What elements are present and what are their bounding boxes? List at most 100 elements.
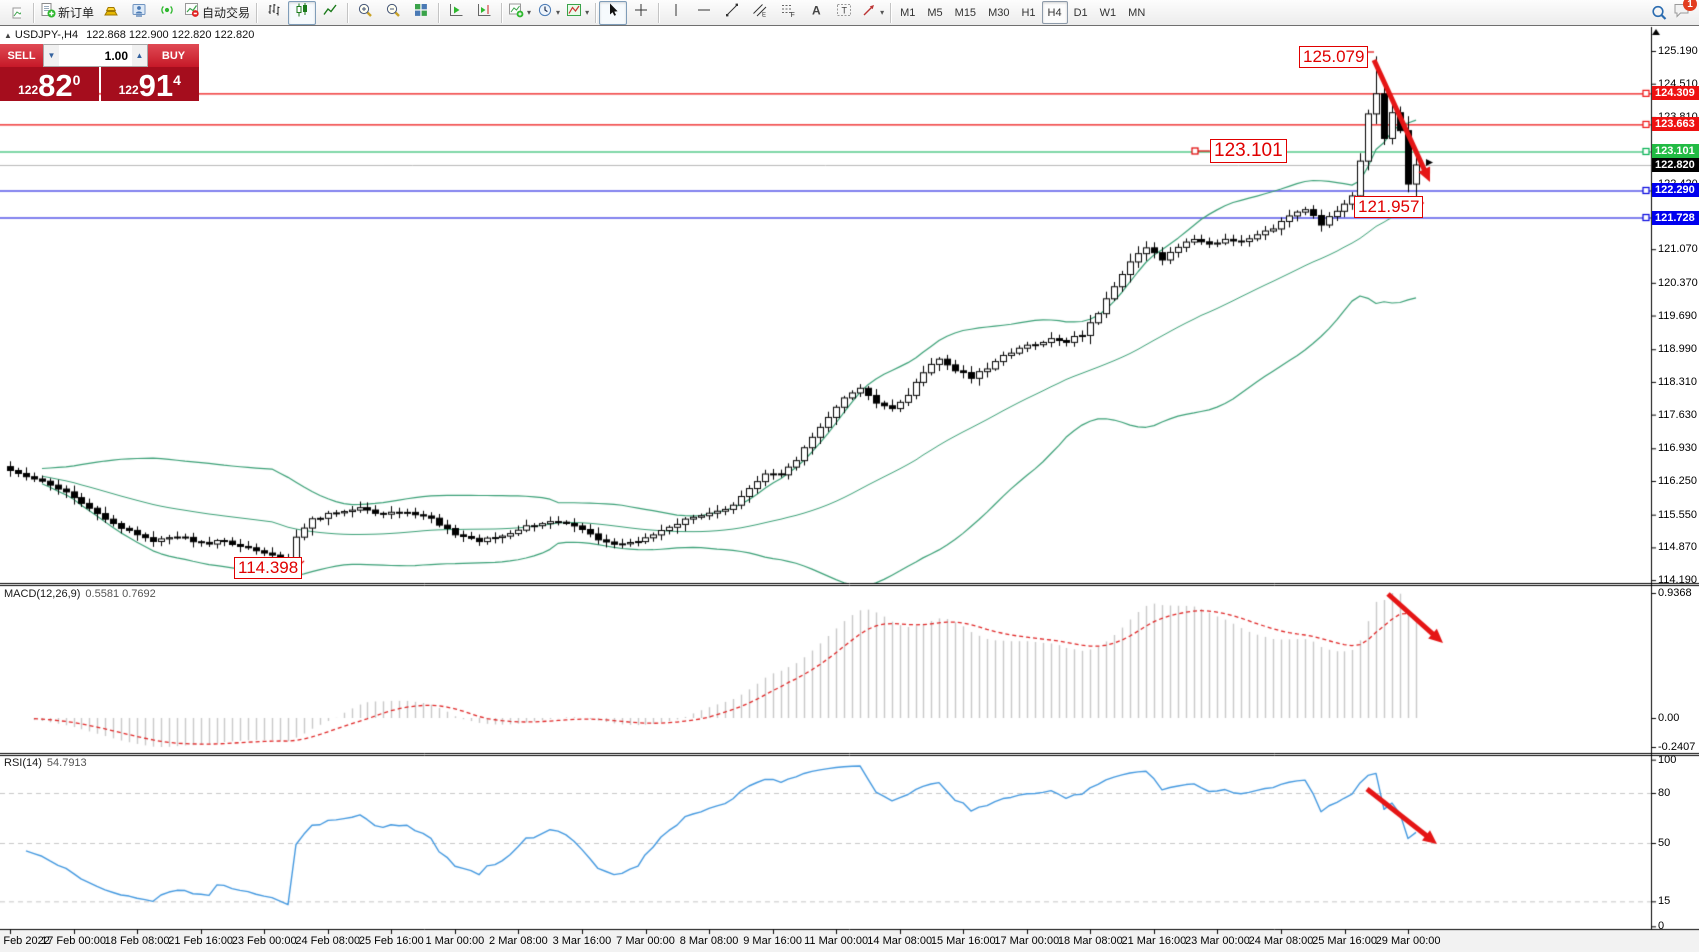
- zoom-in-button[interactable]: [351, 1, 379, 25]
- tile-windows-icon: [413, 2, 429, 23]
- fibonacci-button[interactable]: F: [774, 1, 802, 25]
- time-axis-label: 21 Mar 16:00: [1121, 935, 1186, 947]
- line-chart-button[interactable]: [316, 1, 344, 25]
- price-tick-label: 117.630: [1658, 409, 1697, 421]
- hline-button[interactable]: [690, 1, 718, 25]
- clock-button[interactable]: ▾: [534, 1, 563, 25]
- auto-scroll-button[interactable]: [442, 1, 470, 25]
- cursor-button[interactable]: [599, 1, 627, 25]
- rsi-axis-label: 80: [1658, 787, 1670, 799]
- new-chart-icon: [508, 2, 524, 23]
- time-axis-label: 18 Mar 08:00: [1058, 935, 1123, 947]
- signal-button[interactable]: [153, 1, 181, 25]
- chart-canvas[interactable]: [0, 0, 1699, 952]
- toolbar-separator: [347, 3, 348, 23]
- time-axis-label: 25 Mar 16:00: [1312, 935, 1377, 947]
- price-line-label: 121.728: [1652, 211, 1699, 225]
- bars-chart-button[interactable]: [260, 1, 288, 25]
- time-axis-label: 2 Mar 08:00: [489, 935, 548, 947]
- time-axis-label: 17 Feb 00:00: [41, 935, 106, 947]
- annotation-price-box[interactable]: 125.079: [1299, 46, 1368, 68]
- svg-text:F: F: [791, 12, 795, 18]
- time-axis-label: 11 Mar 00:00: [804, 935, 868, 947]
- timeframe-button-mn[interactable]: MN: [1122, 1, 1151, 24]
- chart-shift-icon: [476, 2, 492, 23]
- search-button[interactable]: [1645, 1, 1673, 25]
- timeframe-button-m1[interactable]: M1: [894, 1, 921, 24]
- chart-fragment-button[interactable]: [2, 1, 30, 25]
- new-order-button[interactable]: 新订单: [37, 1, 97, 25]
- price-line-label: 123.101: [1652, 144, 1699, 158]
- rsi-axis-label: 50: [1658, 837, 1670, 849]
- autotrade-label: 自动交易: [202, 4, 250, 21]
- auto-scroll-icon: [448, 2, 464, 23]
- candles-chart-button[interactable]: [288, 1, 316, 25]
- price-tick-label: 118.990: [1658, 343, 1697, 355]
- chart-shift-button[interactable]: [470, 1, 498, 25]
- crosshair-button[interactable]: [627, 1, 655, 25]
- volume-input[interactable]: [59, 48, 132, 64]
- sell-price-display[interactable]: 122 82 0: [0, 67, 99, 101]
- arrows-button[interactable]: ▾: [858, 1, 887, 25]
- price-tick-label: 119.690: [1658, 310, 1697, 322]
- timeframe-button-m15[interactable]: M15: [949, 1, 982, 24]
- buy-price-display[interactable]: 122 91 4: [101, 67, 200, 101]
- time-axis-label: 25 Feb 16:00: [359, 935, 424, 947]
- timeframe-button-h1[interactable]: H1: [1015, 1, 1041, 24]
- candles-chart-icon: [294, 2, 310, 23]
- channel-button[interactable]: E: [746, 1, 774, 25]
- terminal-window: 新订单自动交易▾▾▾EFAT▾M1M5M15M30H1H4D1W1MN1 ▲US…: [0, 0, 1699, 952]
- timeframe-button-d1[interactable]: D1: [1068, 1, 1094, 24]
- time-axis-label: 1 Mar 00:00: [425, 935, 484, 947]
- zoom-out-button[interactable]: [379, 1, 407, 25]
- notifications-button[interactable]: 1: [1673, 1, 1691, 24]
- macd-axis-label: 0.9368: [1658, 587, 1692, 599]
- volume-increase-button[interactable]: ▲: [132, 45, 147, 66]
- fibonacci-icon: F: [780, 2, 796, 23]
- autotrade-button[interactable]: 自动交易: [181, 1, 253, 25]
- label-icon: T: [836, 2, 852, 23]
- bars-chart-icon: [266, 2, 282, 23]
- gold-button[interactable]: [97, 1, 125, 25]
- price-tick-label: 114.190: [1658, 574, 1697, 586]
- indicators-button[interactable]: ▾: [563, 1, 592, 25]
- rsi-pane-title: RSI(14)54.7913: [4, 757, 87, 769]
- trendline-button[interactable]: [718, 1, 746, 25]
- toolbar-separator: [33, 3, 34, 23]
- timeframe-button-h4[interactable]: H4: [1042, 1, 1068, 24]
- timeframe-button-w1[interactable]: W1: [1094, 1, 1123, 24]
- new-chart-button[interactable]: ▾: [505, 1, 534, 25]
- price-line-label: 122.820: [1652, 158, 1699, 172]
- volume-stepper: ▼ ▲: [43, 44, 148, 67]
- toolbar-separator: [501, 3, 502, 23]
- chart-symbol-label: USDJPY-,H4: [15, 29, 78, 41]
- annotation-price-box[interactable]: 123.101: [1210, 139, 1287, 163]
- market-icon: [131, 2, 147, 23]
- sell-button[interactable]: SELL: [0, 44, 43, 67]
- text-button[interactable]: A: [802, 1, 830, 25]
- rsi-indicator-name: RSI(14): [4, 757, 42, 769]
- rsi-axis-label: 100: [1658, 754, 1676, 766]
- timeframe-button-m5[interactable]: M5: [921, 1, 948, 24]
- hline-icon: [696, 2, 712, 23]
- zoom-in-icon: [357, 2, 373, 23]
- price-line-label: 122.290: [1652, 183, 1699, 197]
- tile-windows-button[interactable]: [407, 1, 435, 25]
- price-tick-label: 114.870: [1658, 541, 1697, 553]
- notification-badge: 1: [1683, 0, 1697, 11]
- vline-button[interactable]: [662, 1, 690, 25]
- label-button[interactable]: T: [830, 1, 858, 25]
- buy-button[interactable]: BUY: [148, 44, 199, 67]
- timeframe-button-m30[interactable]: M30: [982, 1, 1015, 24]
- annotation-price-box[interactable]: 121.957: [1354, 196, 1423, 218]
- dropdown-caret-icon: ▾: [556, 8, 560, 17]
- market-button[interactable]: [125, 1, 153, 25]
- annotation-price-box[interactable]: 114.398: [234, 557, 302, 579]
- time-axis-label: 18 Feb 08:00: [105, 935, 170, 947]
- time-axis-label: 3 Mar 16:00: [553, 935, 612, 947]
- chart-header: ▲USDJPY-,H4122.868 122.900 122.820 122.8…: [4, 29, 254, 41]
- volume-decrease-button[interactable]: ▼: [44, 45, 59, 66]
- indicators-icon: [566, 2, 582, 23]
- svg-text:E: E: [762, 13, 766, 19]
- search-icon: [1650, 4, 1668, 22]
